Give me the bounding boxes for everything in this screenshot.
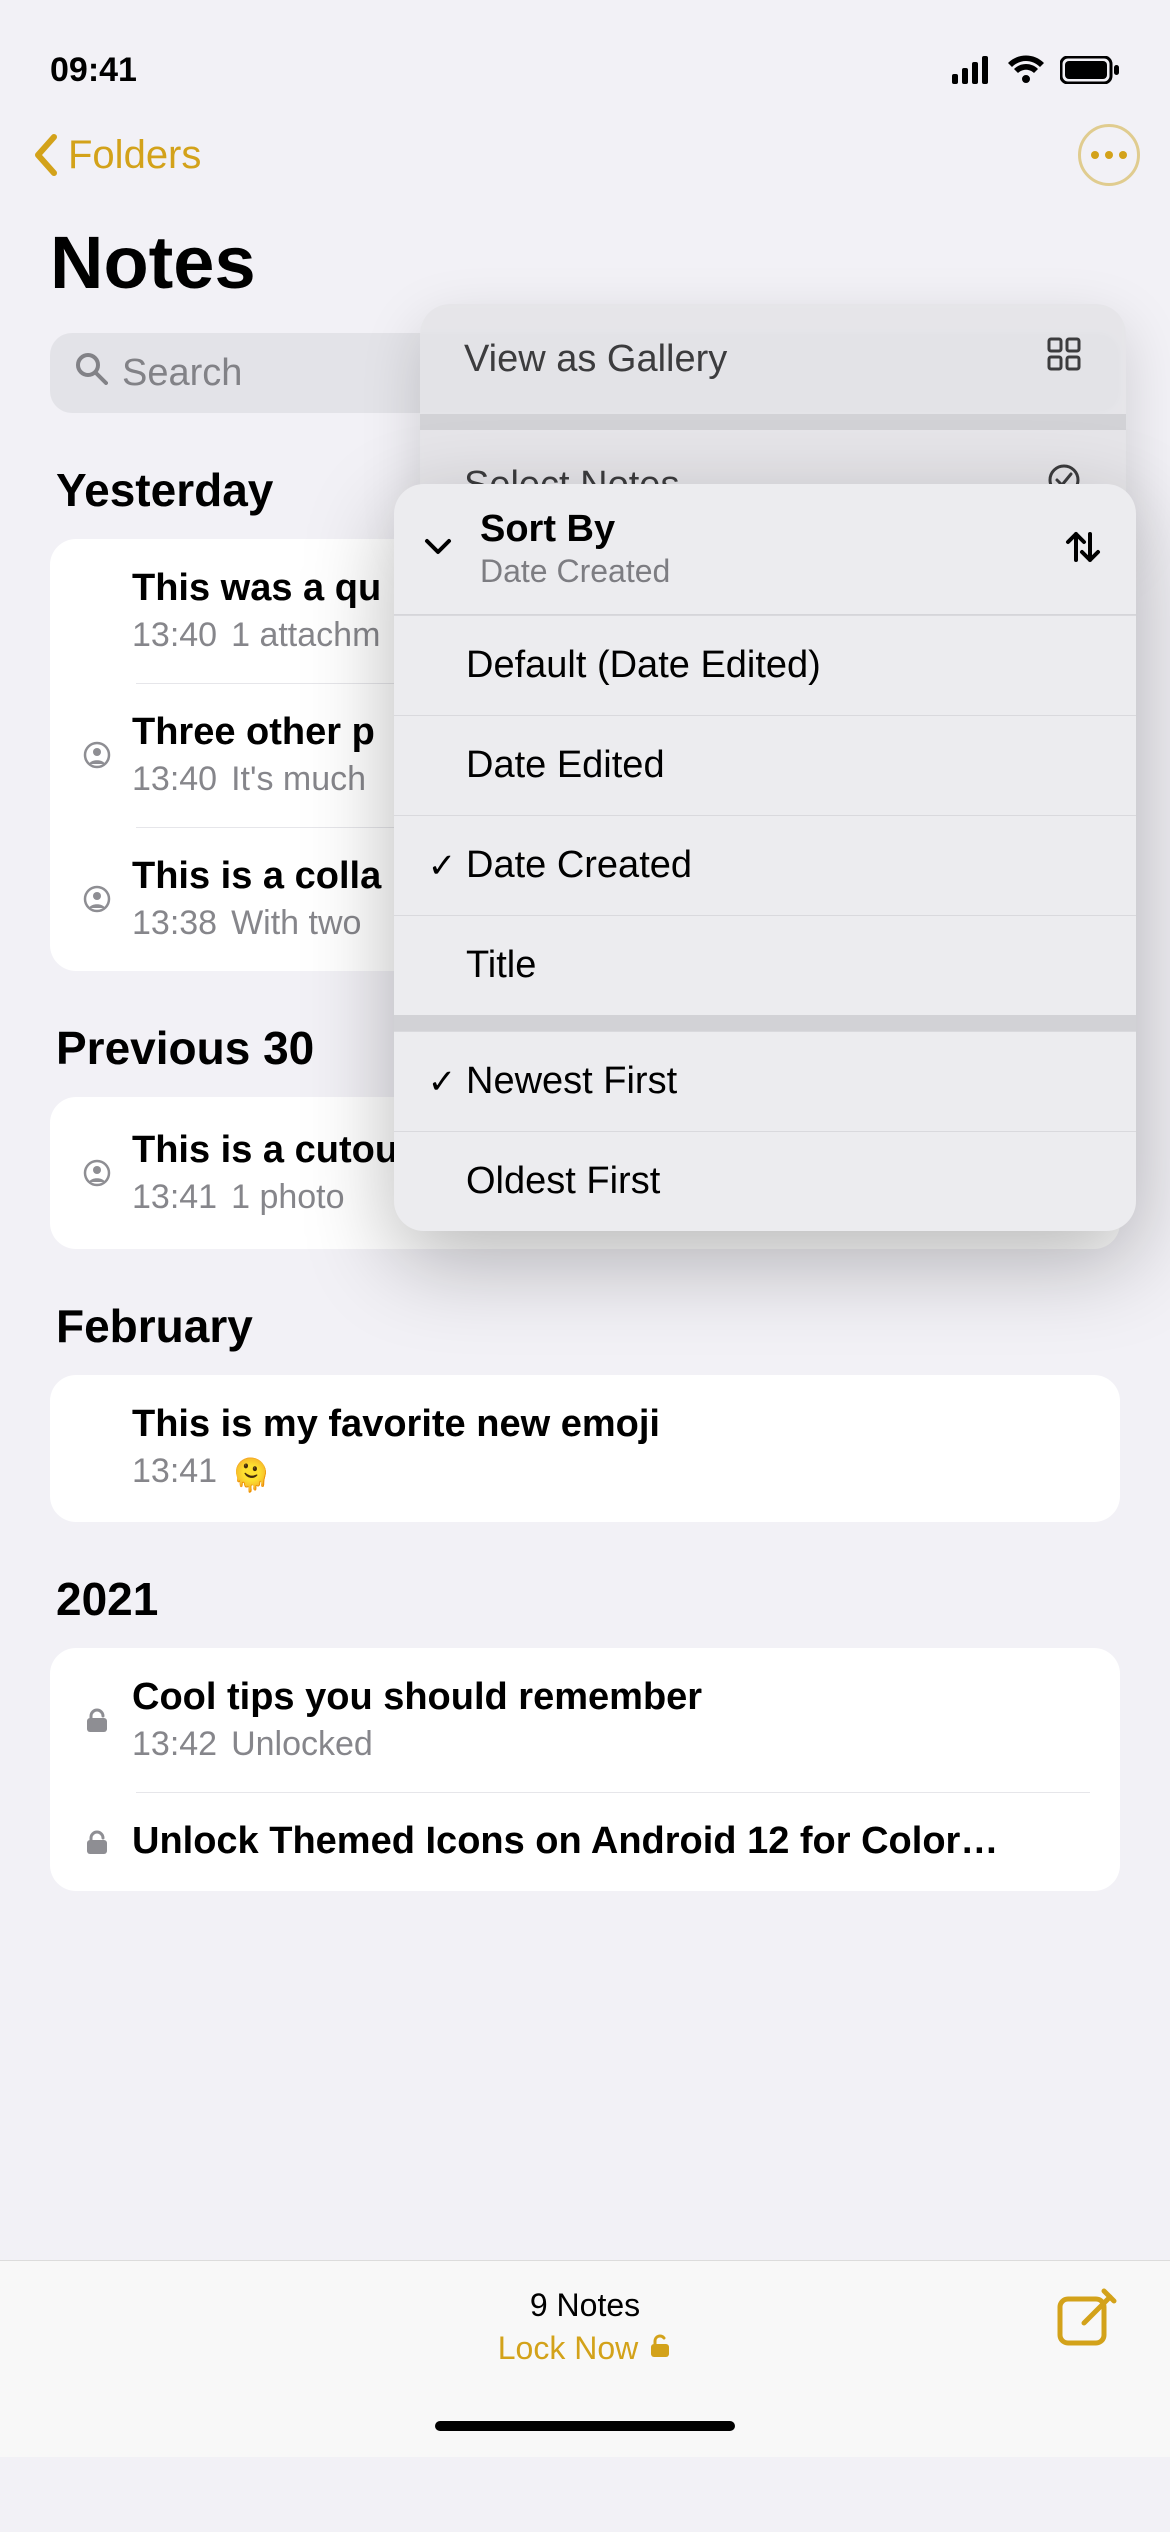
lock-icon bbox=[80, 1828, 114, 1856]
sort-menu-header[interactable]: Sort By Date Created bbox=[394, 484, 1136, 615]
status-indicators bbox=[952, 55, 1120, 85]
sort-arrows-icon bbox=[1062, 526, 1104, 573]
ellipsis-icon bbox=[1091, 151, 1099, 159]
sort-option-date-edited[interactable]: Date Edited bbox=[394, 715, 1136, 815]
note-title: Cool tips you should remember bbox=[132, 1676, 1090, 1719]
emoji-icon: 🫠 bbox=[231, 1456, 271, 1494]
lock-icon bbox=[80, 1706, 114, 1734]
notes-group: This is my favorite new emoji 13:41🫠 bbox=[50, 1375, 1120, 1522]
context-menu-stack: View as Gallery Select Notes Sort By Dat… bbox=[420, 304, 1126, 540]
lock-now-button[interactable]: Lock Now bbox=[498, 2330, 673, 2367]
sort-order-newest[interactable]: ✓ Newest First bbox=[394, 1031, 1136, 1131]
status-bar: 09:41 bbox=[0, 0, 1170, 110]
wifi-icon bbox=[1006, 55, 1046, 85]
shared-icon bbox=[80, 1159, 114, 1187]
more-button[interactable] bbox=[1078, 124, 1140, 186]
shared-icon bbox=[80, 741, 114, 769]
nav-bar: Folders bbox=[0, 110, 1170, 200]
status-time: 09:41 bbox=[50, 51, 137, 90]
section-header: February bbox=[0, 1249, 1170, 1375]
checkmark-icon: ✓ bbox=[418, 1062, 466, 1102]
sort-subtitle: Date Created bbox=[480, 553, 1040, 590]
home-indicator bbox=[435, 2421, 735, 2431]
note-row[interactable]: Unlock Themed Icons on Android 12 for Co… bbox=[50, 1792, 1120, 1891]
notes-group: Cool tips you should remember 13:42Unloc… bbox=[50, 1648, 1120, 1891]
note-subtitle: 13:41🫠 bbox=[132, 1452, 1090, 1494]
bottom-toolbar: 9 Notes Lock Now bbox=[0, 2260, 1170, 2457]
note-subtitle: 13:42Unlocked bbox=[132, 1725, 1090, 1764]
sort-order-oldest[interactable]: Oldest First bbox=[394, 1131, 1136, 1231]
note-row[interactable]: Cool tips you should remember 13:42Unloc… bbox=[50, 1648, 1120, 1792]
cellular-icon bbox=[952, 56, 992, 84]
compose-button[interactable] bbox=[1054, 2287, 1120, 2358]
page-title: Notes bbox=[0, 220, 1170, 305]
note-title: Unlock Themed Icons on Android 12 for Co… bbox=[132, 1820, 1090, 1863]
menu-item-view-gallery[interactable]: View as Gallery bbox=[420, 304, 1126, 414]
notes-count: 9 Notes bbox=[498, 2287, 673, 2324]
sort-option-default[interactable]: Default (Date Edited) bbox=[394, 615, 1136, 715]
unlock-icon bbox=[648, 2330, 672, 2367]
chevron-down-icon bbox=[418, 537, 458, 562]
note-title: This is my favorite new emoji bbox=[132, 1403, 1090, 1446]
note-row[interactable]: This is my favorite new emoji 13:41🫠 bbox=[50, 1375, 1120, 1522]
battery-icon bbox=[1060, 56, 1120, 84]
chevron-left-icon bbox=[30, 133, 62, 177]
sort-option-title[interactable]: Title bbox=[394, 915, 1136, 1015]
search-icon bbox=[74, 351, 108, 395]
checkmark-icon: ✓ bbox=[418, 846, 466, 886]
shared-icon bbox=[80, 885, 114, 913]
grid-icon bbox=[1046, 336, 1082, 382]
section-header: 2021 bbox=[0, 1522, 1170, 1648]
back-label: Folders bbox=[68, 133, 201, 178]
search-placeholder: Search bbox=[122, 352, 242, 395]
sort-menu: Sort By Date Created Default (Date Edite… bbox=[394, 484, 1136, 1231]
back-button[interactable]: Folders bbox=[30, 133, 201, 178]
sort-title: Sort By bbox=[480, 508, 1040, 551]
sort-option-date-created[interactable]: ✓ Date Created bbox=[394, 815, 1136, 915]
